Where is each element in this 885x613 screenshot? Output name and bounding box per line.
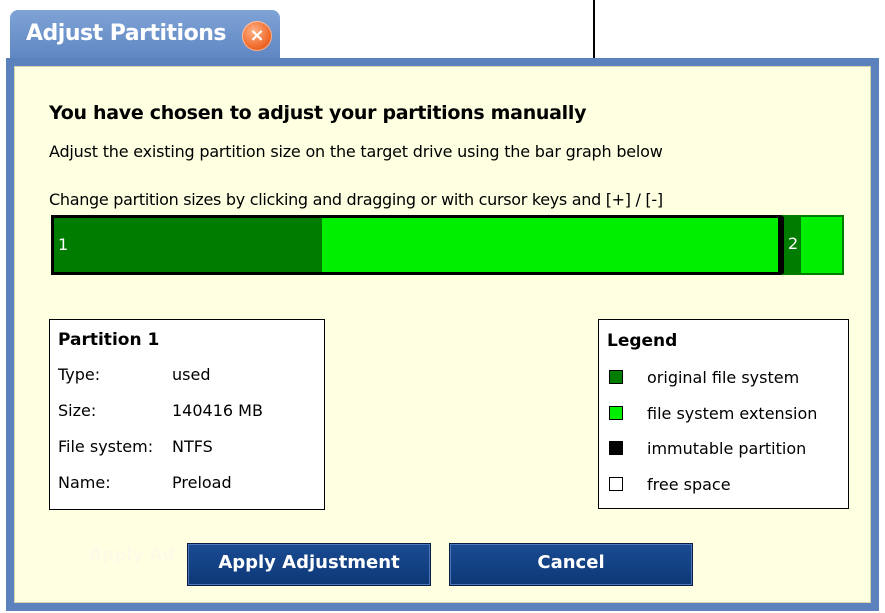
info-value: NTFS — [172, 437, 213, 456]
legend-label: original file system — [647, 368, 800, 387]
cancel-button[interactable]: Cancel — [449, 543, 693, 586]
partition-1-segment[interactable]: 1 — [51, 215, 781, 275]
close-icon[interactable]: × — [242, 21, 272, 51]
partition-1-label: 1 — [58, 235, 69, 254]
partition-2-label: 2 — [788, 234, 799, 253]
window-edge-line — [593, 0, 595, 62]
swatch-original-file-system — [609, 370, 623, 384]
info-value: 140416 MB — [172, 401, 263, 420]
partition-2-segment[interactable]: 2 — [781, 215, 844, 275]
legend-label: immutable partition — [647, 439, 807, 458]
partition-info-title: Partition 1 — [58, 330, 160, 350]
info-row-size: Size: 140416 MB — [58, 401, 263, 420]
info-value: Preload — [172, 473, 232, 492]
page-title: You have chosen to adjust your partition… — [49, 102, 587, 124]
legend-label: free space — [647, 475, 731, 494]
info-row-file-system: File system: NTFS — [58, 437, 213, 456]
partition-info-box: Partition 1 Type: used Size: 140416 MB Fil… — [49, 319, 325, 510]
bar-instruction: Change partition sizes by clicking and d… — [49, 190, 663, 209]
dialog-content: You have chosen to adjust your partition… — [14, 66, 871, 603]
info-row-name: Name: Preload — [58, 473, 232, 492]
swatch-immutable-partition — [609, 441, 623, 455]
info-key: Type: — [58, 365, 101, 384]
swatch-free-space — [609, 477, 623, 491]
tab-adjust-partitions[interactable]: Adjust Partitions × — [10, 10, 280, 60]
tab-title: Adjust Partitions — [26, 21, 226, 46]
dialog-panel: You have chosen to adjust your partition… — [6, 58, 879, 611]
info-row-type: Type: used — [58, 365, 210, 384]
swatch-file-system-extension — [609, 406, 623, 420]
legend-box: Legend original file system file system … — [598, 319, 849, 509]
partition-1-original-fill — [54, 218, 322, 272]
info-key: Name: — [58, 473, 111, 492]
apply-adjustment-button[interactable]: Apply Adjustment — [187, 543, 431, 586]
info-key: Size: — [58, 401, 97, 420]
info-key: File system: — [58, 437, 154, 456]
partition-bar[interactable]: 1 2 — [51, 215, 844, 275]
info-value: used — [172, 365, 211, 384]
ghost-button-text: Apply Ad — [89, 545, 175, 565]
legend-label: file system extension — [647, 404, 818, 423]
legend-title: Legend — [607, 331, 678, 351]
page-subtitle: Adjust the existing partition size on th… — [49, 142, 663, 161]
